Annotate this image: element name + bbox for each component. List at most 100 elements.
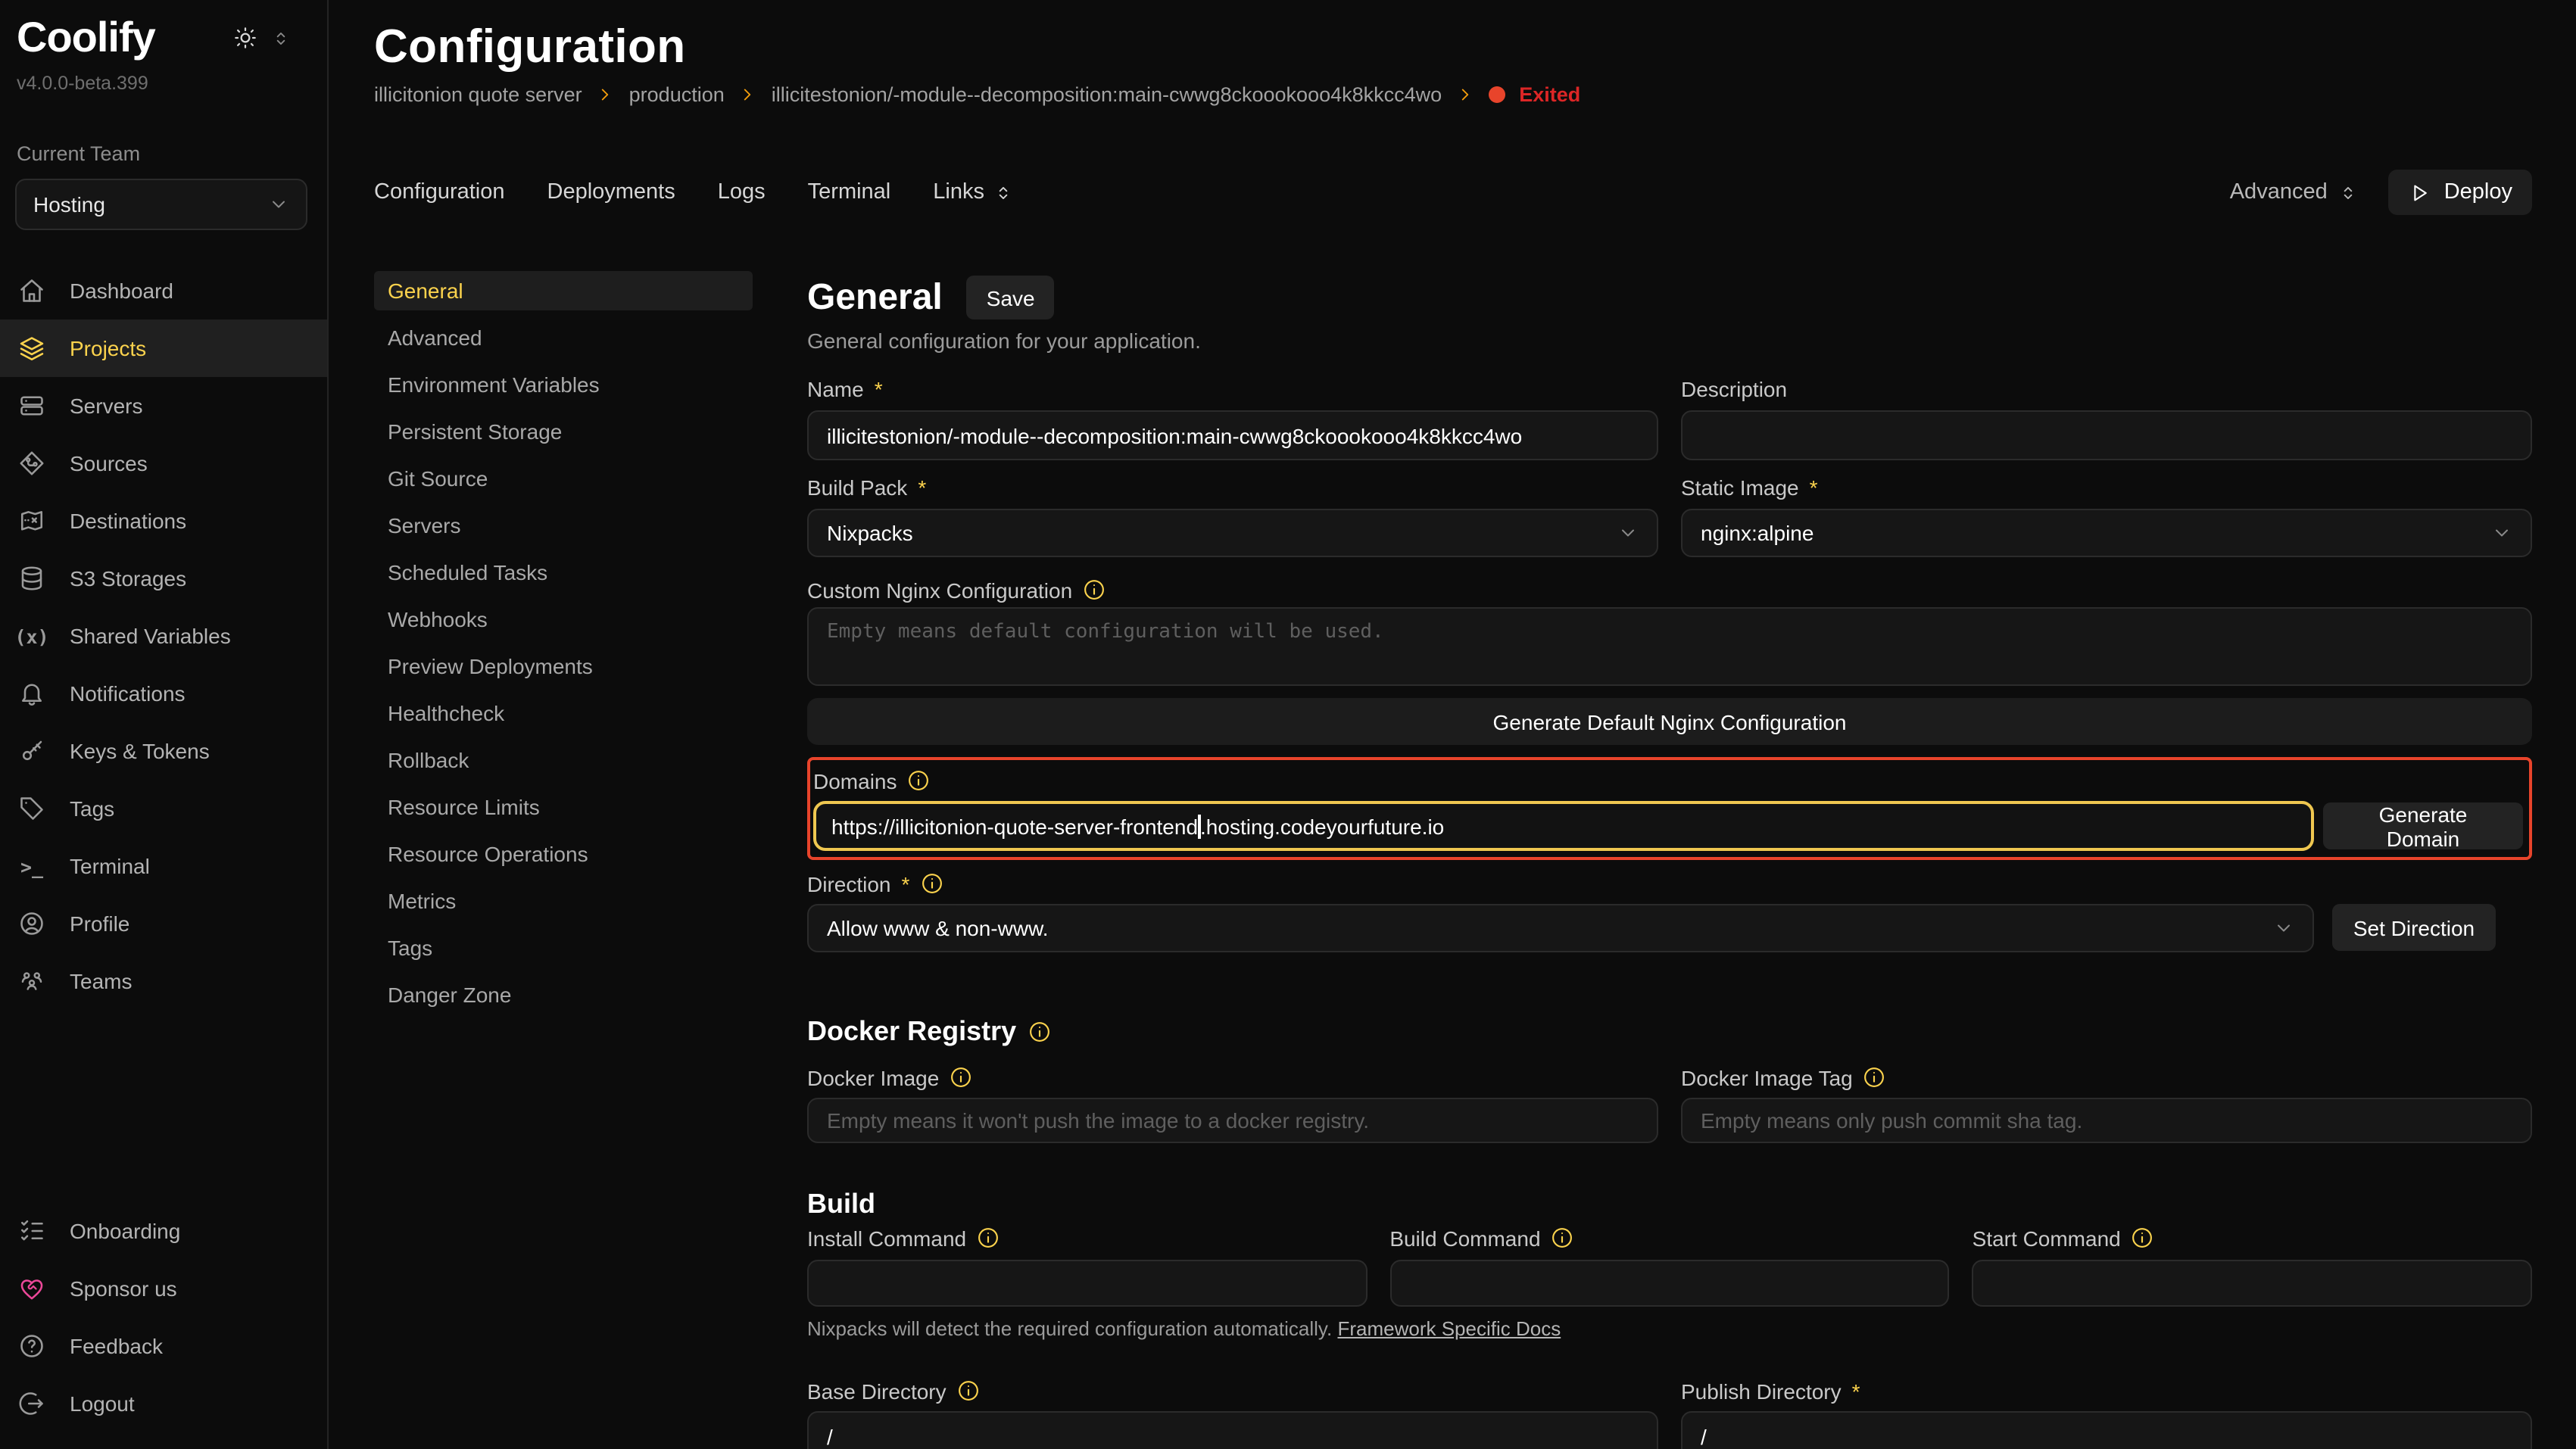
direction-select[interactable]: Allow www & non-www.	[807, 904, 2314, 952]
tab-terminal[interactable]: Terminal	[808, 180, 891, 204]
subnav-item-advanced[interactable]: Advanced	[374, 318, 753, 357]
sidebar-item-label: Shared Variables	[70, 624, 231, 648]
publish-directory-input[interactable]: /	[1681, 1411, 2532, 1449]
direction-label: Direction	[807, 871, 891, 896]
deploy-button[interactable]: Deploy	[2388, 170, 2532, 215]
subnav-item-resource-operations[interactable]: Resource Operations	[374, 834, 753, 874]
docker-image-tag-input[interactable]: Empty means only push commit sha tag.	[1681, 1098, 2532, 1143]
info-icon	[1083, 578, 1106, 601]
subnav-item-metrics[interactable]: Metrics	[374, 881, 753, 921]
subnav-item-scheduled-tasks[interactable]: Scheduled Tasks	[374, 553, 753, 592]
layers-icon	[17, 335, 47, 362]
sidebar-item-destinations[interactable]: Destinations	[0, 492, 327, 550]
advanced-select[interactable]: Advanced	[2230, 180, 2358, 204]
tab-logs[interactable]: Logs	[718, 180, 766, 204]
info-icon	[1552, 1226, 1574, 1249]
sidebar-item-label: Projects	[70, 336, 146, 360]
framework-docs-link[interactable]: Framework Specific Docs	[1337, 1317, 1561, 1340]
static-image-select[interactable]: nginx:alpine	[1681, 509, 2532, 557]
required-asterisk: *	[902, 871, 910, 896]
breadcrumb: illicitonion quote server production illic…	[374, 83, 2532, 106]
build-pack-value: Nixpacks	[827, 521, 913, 545]
sidebar-item-label: Tags	[70, 796, 114, 821]
sidebar-item-label: Sources	[70, 451, 148, 475]
start-command-input[interactable]	[1973, 1260, 2532, 1307]
required-asterisk: *	[875, 376, 883, 400]
variables-icon: (x)	[17, 625, 47, 647]
build-command-input[interactable]	[1389, 1260, 1949, 1307]
base-directory-input[interactable]: /	[807, 1411, 1658, 1449]
subnav-item-persistent-storage[interactable]: Persistent Storage	[374, 412, 753, 451]
sidebar-item-profile[interactable]: Profile	[0, 895, 327, 952]
database-icon	[17, 565, 47, 592]
subnav-item-environment-variables[interactable]: Environment Variables	[374, 365, 753, 404]
subnav-item-git-source[interactable]: Git Source	[374, 459, 753, 498]
sidebar-item-label: Logout	[70, 1391, 135, 1416]
map-icon	[17, 507, 47, 534]
sidebar-item-onboarding[interactable]: Onboarding	[0, 1202, 327, 1260]
tab-configuration[interactable]: Configuration	[374, 180, 505, 204]
section-title: General	[807, 276, 943, 319]
sidebar-item-servers[interactable]: Servers	[0, 377, 327, 435]
user-circle-icon	[17, 910, 47, 937]
sidebar-item-terminal[interactable]: >_Terminal	[0, 837, 327, 895]
configuration-content: General Advanced Environment Variables Pers…	[374, 271, 2532, 1449]
save-button[interactable]: Save	[967, 276, 1055, 319]
sidebar-item-notifications[interactable]: Notifications	[0, 665, 327, 722]
sidebar-item-tags[interactable]: Tags	[0, 780, 327, 837]
generate-domain-button[interactable]: Generate Domain	[2323, 802, 2523, 849]
sidebar-item-s3-storages[interactable]: S3 Storages	[0, 550, 327, 607]
sidebar-header: Coolify	[0, 6, 327, 61]
team-select[interactable]: Hosting	[15, 179, 307, 230]
sidebar-item-teams[interactable]: Teams	[0, 952, 327, 1010]
info-icon	[950, 1066, 972, 1089]
main-area: Configuration illicitonion quote server p…	[329, 0, 2576, 1449]
sidebar-item-feedback[interactable]: Feedback	[0, 1317, 327, 1375]
breadcrumb-item[interactable]: illicitestonion/-module--decomposition:m…	[772, 83, 1442, 106]
docker-image-input[interactable]: Empty means it won't push the image to a…	[807, 1098, 1658, 1143]
logout-icon	[17, 1390, 47, 1417]
chevron-down-icon	[2273, 918, 2294, 939]
subnav-item-servers[interactable]: Servers	[374, 506, 753, 545]
subnav-item-healthcheck[interactable]: Healthcheck	[374, 693, 753, 733]
sidebar-item-keys-tokens[interactable]: Keys & Tokens	[0, 722, 327, 780]
subnav-item-danger-zone[interactable]: Danger Zone	[374, 975, 753, 1014]
subnav-item-rollback[interactable]: Rollback	[374, 740, 753, 780]
generate-nginx-button[interactable]: Generate Default Nginx Configuration	[807, 698, 2532, 745]
status-badge: Exited	[1519, 83, 1580, 106]
set-direction-button[interactable]: Set Direction	[2332, 904, 2496, 951]
required-asterisk: *	[1852, 1379, 1860, 1403]
subnav-item-tags[interactable]: Tags	[374, 928, 753, 968]
name-input[interactable]: illicitestonion/-module--decomposition:m…	[807, 410, 1658, 460]
sidebar-item-sponsor-us[interactable]: Sponsor us	[0, 1260, 327, 1317]
sidebar-item-label: Terminal	[70, 854, 150, 878]
chevrons-up-down-icon[interactable]	[271, 28, 291, 48]
sidebar-item-sources[interactable]: Sources	[0, 435, 327, 492]
users-icon	[17, 968, 47, 995]
sidebar-footer-nav: OnboardingSponsor usFeedback Logout	[0, 1202, 327, 1432]
install-command-input[interactable]	[807, 1260, 1367, 1307]
chevrons-up-down-icon	[993, 182, 1013, 202]
domains-input[interactable]: https://illicitonion-quote-server-fronte…	[813, 801, 2314, 851]
build-pack-select[interactable]: Nixpacks	[807, 509, 1658, 557]
sun-icon[interactable]	[233, 26, 257, 50]
sidebar-item-logout[interactable]: Logout	[0, 1375, 327, 1432]
subnav-item-resource-limits[interactable]: Resource Limits	[374, 787, 753, 827]
docker-image-tag-label: Docker Image Tag	[1681, 1065, 1853, 1089]
domains-label: Domains	[813, 768, 897, 793]
sidebar-item-dashboard[interactable]: Dashboard	[0, 262, 327, 319]
subnav-item-webhooks[interactable]: Webhooks	[374, 600, 753, 639]
breadcrumb-item[interactable]: production	[629, 83, 725, 106]
breadcrumb-item[interactable]: illicitonion quote server	[374, 83, 582, 106]
sidebar-item-projects[interactable]: Projects	[0, 319, 327, 377]
tab-links[interactable]: Links	[933, 180, 1013, 204]
sidebar-item-shared-variables[interactable]: (x) Shared Variables	[0, 607, 327, 665]
chevron-right-icon	[1455, 85, 1475, 104]
subnav-item-preview-deployments[interactable]: Preview Deployments	[374, 647, 753, 686]
publish-directory-label: Publish Directory	[1681, 1379, 1842, 1403]
nginx-config-textarea[interactable]: Empty means default configuration will b…	[807, 607, 2532, 686]
tab-deployments[interactable]: Deployments	[547, 180, 675, 204]
description-input[interactable]	[1681, 410, 2532, 460]
subnav-item-general[interactable]: General	[374, 271, 753, 310]
nginx-config-label: Custom Nginx Configuration	[807, 578, 1072, 602]
